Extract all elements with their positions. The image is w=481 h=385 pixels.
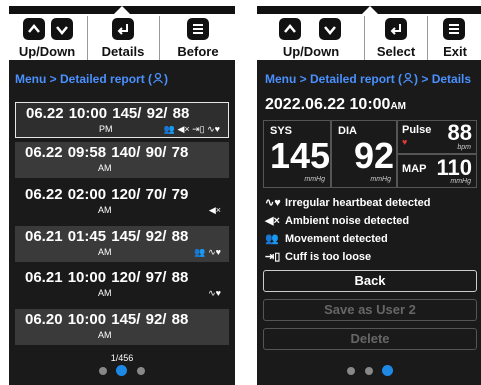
event-label: Cuff is too loose bbox=[285, 251, 372, 263]
record-ampm: AM bbox=[98, 330, 112, 340]
record-status-icons: 👥 ◀× ⇥▯ ∿♥ bbox=[163, 124, 220, 134]
record-ampm: AM bbox=[98, 163, 112, 173]
top-notch bbox=[362, 6, 378, 14]
down-arrow-icon[interactable] bbox=[319, 18, 341, 40]
enter-icon[interactable] bbox=[112, 18, 134, 40]
record-ampm: AM bbox=[98, 247, 112, 257]
map-label: MAP bbox=[402, 163, 427, 175]
list-panel: Menu > Detailed report () 06.22 10:00 14… bbox=[9, 60, 235, 385]
event-label: Irregular heartbeat detected bbox=[285, 197, 431, 209]
record-text: 06.20 10:00 145/ 92/ 88 bbox=[25, 311, 189, 328]
user-icon bbox=[402, 72, 414, 86]
button-bar: Up/Down Select Exit bbox=[257, 14, 481, 60]
page-dot[interactable] bbox=[365, 367, 373, 375]
sys-value: 145 bbox=[270, 135, 331, 176]
before-label: Before bbox=[177, 44, 219, 59]
cuff-loose-icon: ⇥▯ bbox=[265, 251, 281, 263]
updown-label: Up/Down bbox=[282, 44, 340, 59]
page-dot-active[interactable] bbox=[382, 365, 393, 376]
record-text: 06.22 02:00 120/ 70/ 79 bbox=[25, 186, 189, 203]
pulse-unit: bpm bbox=[457, 144, 471, 151]
user-icon bbox=[152, 72, 164, 86]
event-label: Ambient noise detected bbox=[285, 215, 410, 227]
pulse-value: 88 bbox=[447, 120, 472, 145]
record-text: 06.22 10:00 145/ 92/ 88 bbox=[26, 105, 190, 122]
record-text: 06.21 10:00 120/ 97/ 88 bbox=[25, 269, 189, 286]
button-bar: Up/Down Details Before bbox=[9, 14, 235, 60]
map-unit: mmHg bbox=[450, 178, 471, 185]
back-button[interactable]: Back bbox=[263, 270, 477, 292]
updown-label: Up/Down bbox=[18, 44, 76, 59]
irregular-heartbeat-icon: ∿♥ bbox=[265, 197, 281, 209]
menu-icon[interactable] bbox=[443, 18, 465, 40]
event-irregular-heartbeat: ∿♥ Irregular heartbeat detected bbox=[265, 196, 431, 209]
event-movement: 👥 Movement detected bbox=[265, 232, 388, 245]
details-panel: Menu > Detailed report ( ) > Details 2022… bbox=[257, 60, 481, 385]
details-screen: Up/Down Select Exit Menu > Detailed repo… bbox=[257, 0, 481, 385]
record-status-icons: 👥 ∿♥ bbox=[194, 247, 221, 257]
list-item[interactable]: 06.21 10:00 120/ 97/ 88 AM ∿♥ bbox=[15, 267, 229, 303]
date-ampm: AM bbox=[390, 101, 407, 112]
list-item[interactable]: 06.22 10:00 145/ 92/ 88 PM 👥 ◀× ⇥▯ ∿♥ bbox=[15, 102, 229, 138]
record-text: 06.21 01:45 145/ 92/ 88 bbox=[25, 228, 189, 245]
sys-unit: mmHg bbox=[304, 176, 325, 183]
map-box: MAP 110 mmHg bbox=[397, 154, 477, 188]
event-label: Movement detected bbox=[285, 233, 388, 245]
record-ampm: AM bbox=[98, 205, 112, 215]
separator bbox=[87, 16, 88, 60]
event-ambient-noise: ◀× Ambient noise detected bbox=[265, 214, 409, 227]
separator bbox=[427, 16, 428, 60]
details-label: Details bbox=[101, 44, 145, 59]
page-dots bbox=[9, 365, 235, 379]
ambient-noise-icon: ◀× bbox=[265, 215, 280, 227]
delete-button[interactable]: Delete bbox=[263, 328, 477, 350]
record-ampm: AM bbox=[98, 288, 112, 298]
heart-icon: ♥ bbox=[402, 137, 408, 147]
top-notch bbox=[114, 6, 130, 14]
down-arrow-icon[interactable] bbox=[51, 18, 73, 40]
list-item[interactable]: 06.21 01:45 145/ 92/ 88 AM 👥 ∿♥ bbox=[15, 226, 229, 262]
page-dots bbox=[257, 365, 481, 379]
record-text: 06.22 09:58 140/ 90/ 78 bbox=[25, 144, 189, 161]
breadcrumb-text: Menu > Detailed report ( bbox=[15, 72, 153, 86]
page-dot-active[interactable] bbox=[116, 365, 127, 376]
list-item[interactable]: 06.20 10:00 145/ 92/ 88 AM bbox=[15, 309, 229, 345]
breadcrumb-end: ) > Details bbox=[414, 72, 472, 86]
up-arrow-icon[interactable] bbox=[23, 18, 45, 40]
record-status-icons: ◀× bbox=[208, 205, 221, 215]
record-ampm: PM bbox=[99, 124, 113, 134]
up-arrow-icon[interactable] bbox=[279, 18, 301, 40]
breadcrumb-text: Menu > Detailed report ( bbox=[265, 72, 403, 86]
separator bbox=[159, 16, 160, 60]
event-cuff-loose: ⇥▯ Cuff is too loose bbox=[265, 250, 371, 263]
page-dot[interactable] bbox=[347, 367, 355, 375]
page-indicator: 1/456 bbox=[110, 353, 134, 363]
breadcrumb: Menu > Detailed report ( ) > Details bbox=[265, 72, 471, 86]
dia-box: DIA 92 mmHg bbox=[331, 120, 397, 188]
breadcrumb: Menu > Detailed report () bbox=[15, 72, 168, 86]
enter-icon[interactable] bbox=[385, 18, 407, 40]
save-as-user-button[interactable]: Save as User 2 bbox=[263, 299, 477, 321]
breadcrumb-end: ) bbox=[164, 72, 169, 86]
dia-value: 92 bbox=[354, 135, 395, 176]
page-dot[interactable] bbox=[137, 367, 145, 375]
movement-icon: 👥 bbox=[265, 233, 279, 245]
list-item[interactable]: 06.22 02:00 120/ 70/ 79 AM ◀× bbox=[15, 184, 229, 220]
record-list-screen: Up/Down Details Before Menu > Detailed r… bbox=[9, 0, 235, 385]
select-label: Select bbox=[376, 44, 416, 59]
menu-icon[interactable] bbox=[187, 18, 209, 40]
sys-box: SYS 145 mmHg bbox=[263, 120, 331, 188]
list-item[interactable]: 06.22 09:58 140/ 90/ 78 AM bbox=[15, 142, 229, 178]
pulse-label: Pulse bbox=[402, 124, 432, 136]
exit-label: Exit bbox=[443, 44, 467, 59]
record-status-icons: ∿♥ bbox=[208, 288, 221, 298]
pulse-box: Pulse ♥ 88 bpm bbox=[397, 120, 477, 154]
measurement-datetime: 2022.06.22 10:00AM bbox=[265, 96, 406, 114]
date-text: 2022.06.22 10:00 bbox=[265, 96, 391, 113]
dia-unit: mmHg bbox=[370, 176, 391, 183]
page-dot[interactable] bbox=[99, 367, 107, 375]
